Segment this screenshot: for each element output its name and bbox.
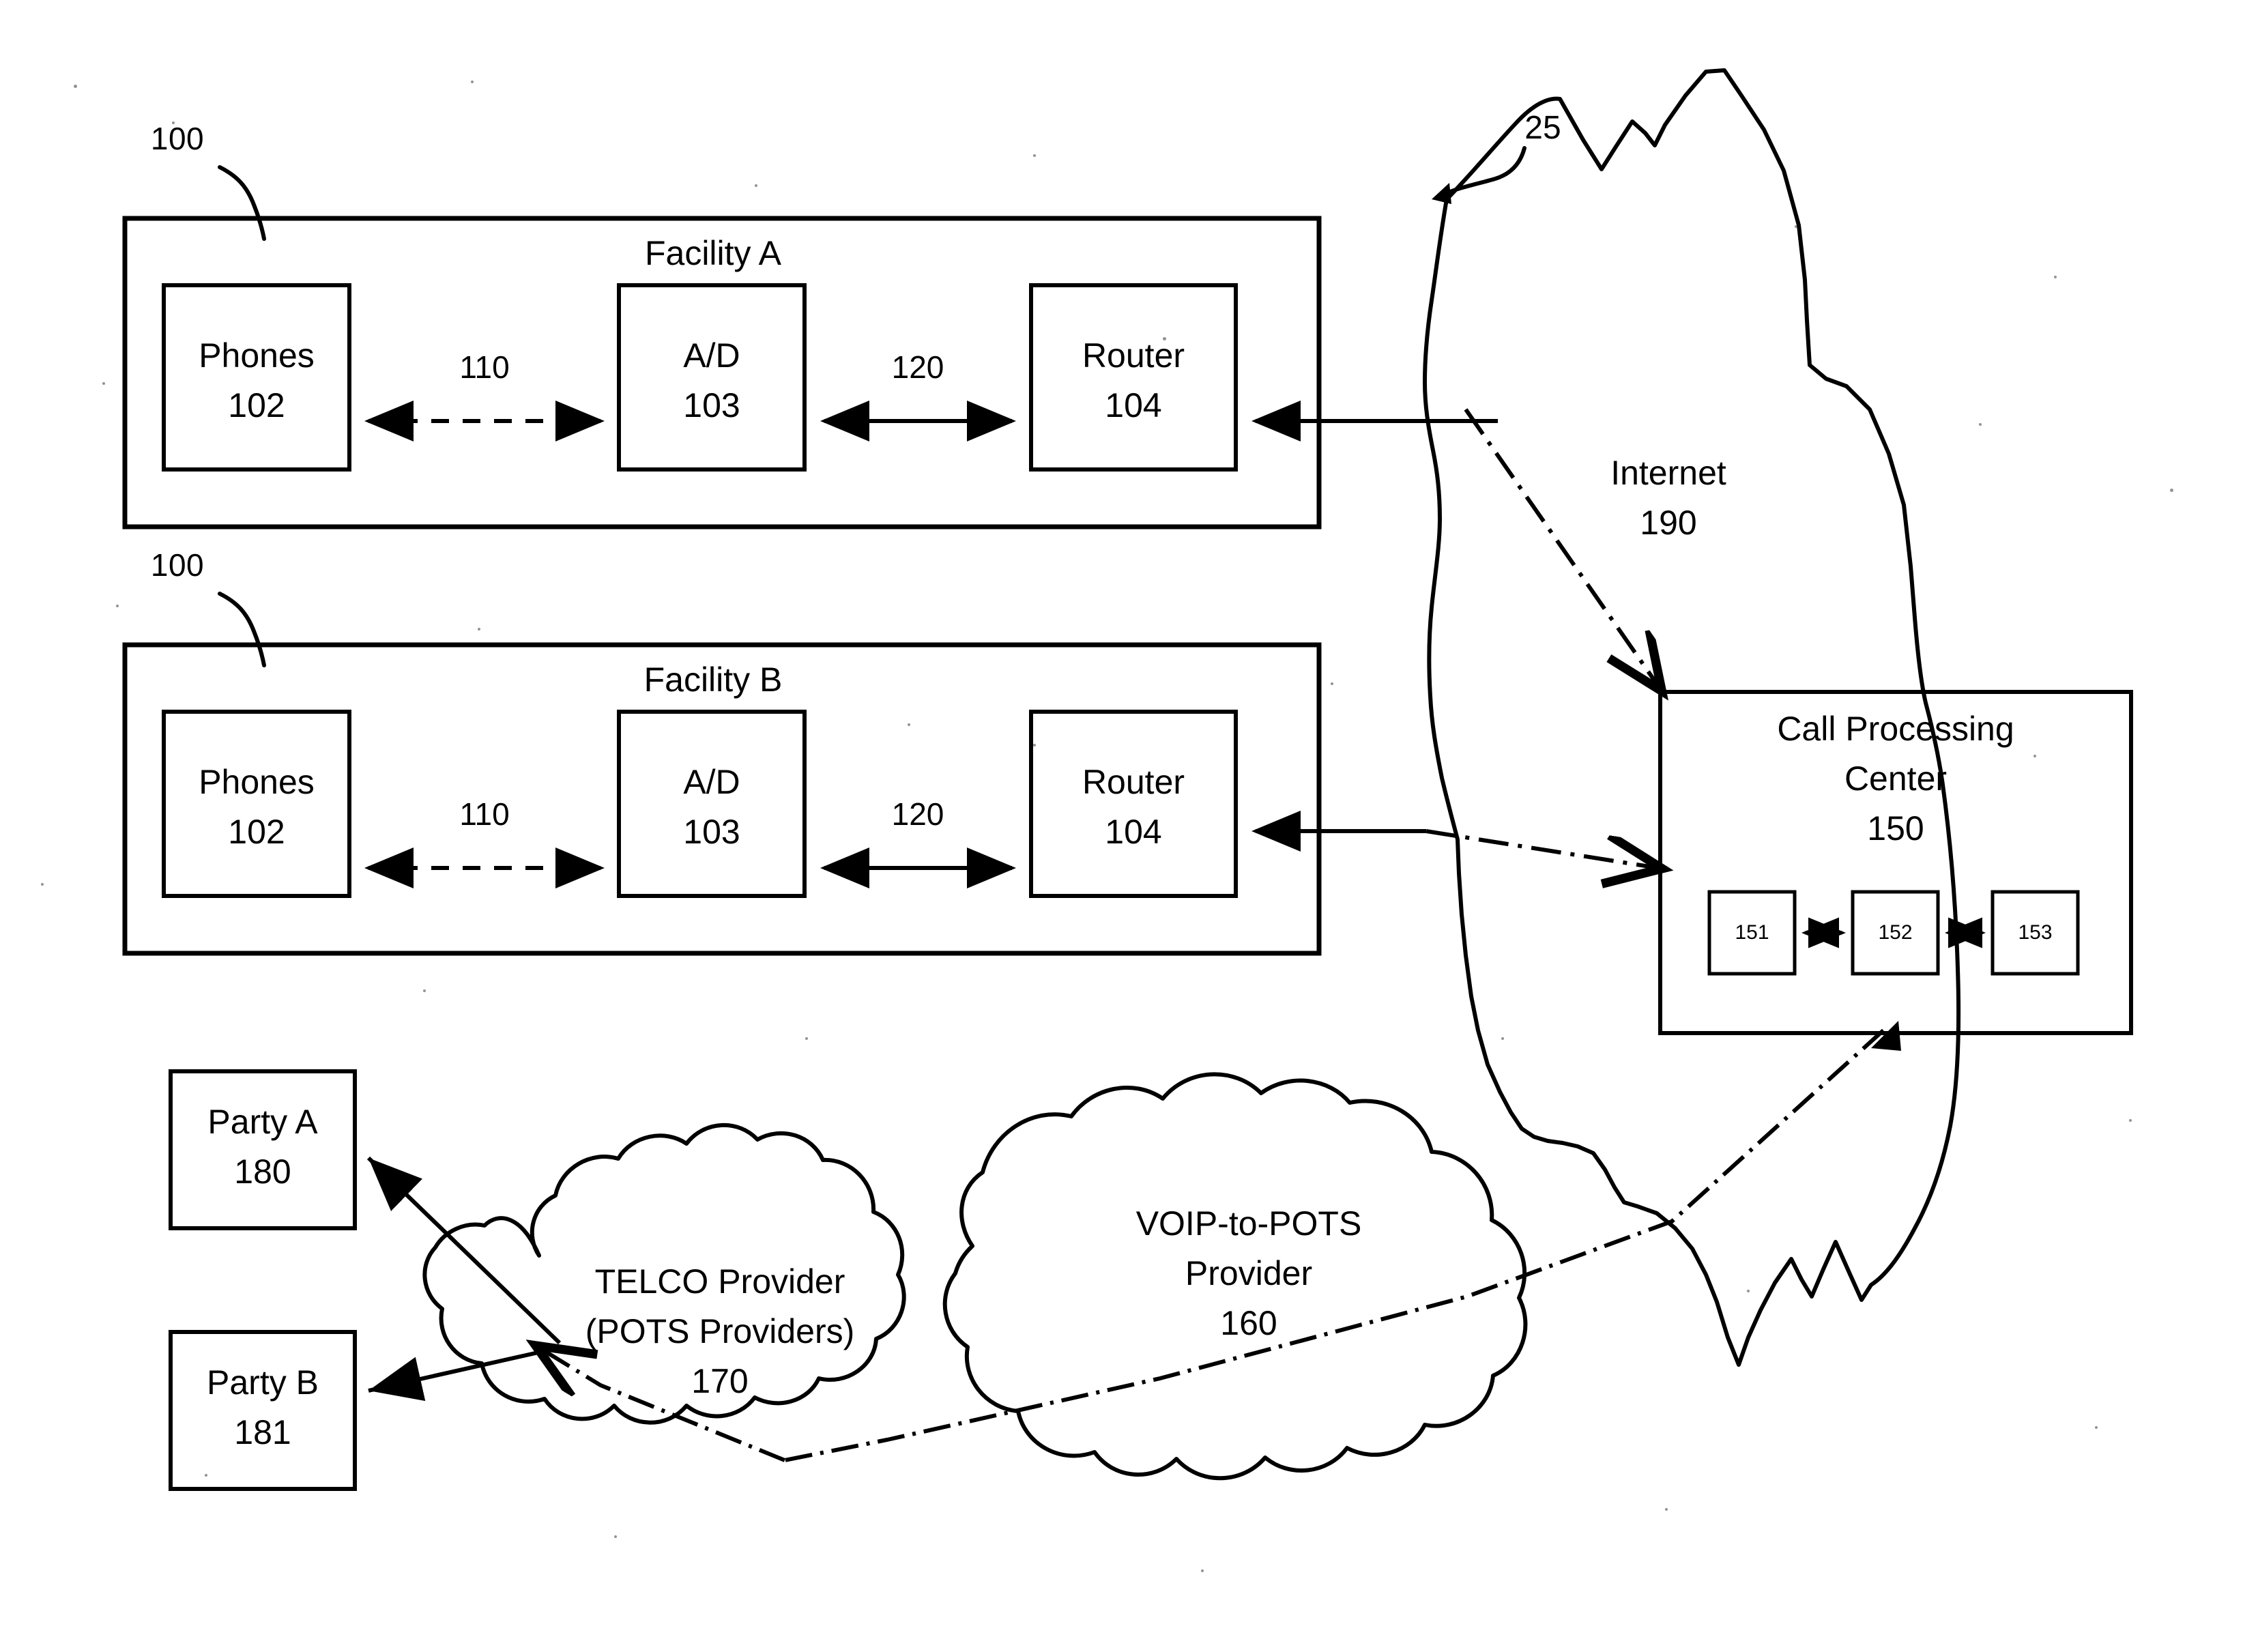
facility-a-ref-100: 100 bbox=[150, 121, 205, 156]
party-a-box bbox=[169, 1069, 357, 1230]
facility-b-router-name: Router bbox=[1082, 763, 1185, 801]
scan-speck bbox=[1795, 225, 1797, 228]
dashdot-facility-b-to-cpc bbox=[1425, 829, 1658, 868]
facility-a-phones-name: Phones bbox=[199, 336, 315, 375]
facility-a-ad-box bbox=[617, 283, 807, 472]
scan-speck bbox=[102, 382, 105, 385]
cpc-title-line1: Call Processing bbox=[1777, 710, 2014, 748]
facility-a-ad-name: A/D bbox=[683, 336, 740, 375]
telco-cloud-line2: (POTS Providers) bbox=[585, 1312, 855, 1350]
facility-b-ad-name: A/D bbox=[683, 763, 740, 801]
figure-ref-leader bbox=[1432, 146, 1526, 204]
telco-to-party-a-arrow bbox=[366, 1156, 562, 1345]
scan-speck bbox=[1033, 154, 1036, 157]
facility-b-router-ref: 104 bbox=[1105, 813, 1162, 851]
cpc-title-line2: Center bbox=[1844, 759, 1948, 798]
scan-speck bbox=[478, 628, 480, 631]
facility-b-phones-ref: 102 bbox=[228, 813, 285, 851]
scan-speck bbox=[423, 989, 426, 992]
voip-cloud-ref: 160 bbox=[1220, 1304, 1277, 1342]
facility-b-phones-name: Phones bbox=[199, 763, 315, 801]
scan-speck bbox=[2033, 755, 2036, 757]
cpc-module-153-label: 153 bbox=[2018, 921, 2053, 944]
facility-a-ad-ref: 103 bbox=[683, 386, 740, 424]
scan-speck bbox=[1665, 1508, 1668, 1511]
facility-a-title: Facility A bbox=[644, 234, 782, 272]
scan-speck bbox=[1979, 423, 1982, 426]
telco-cloud-line1: TELCO Provider bbox=[594, 1262, 845, 1301]
scan-speck bbox=[755, 184, 757, 187]
scan-speck bbox=[205, 1474, 207, 1477]
facility-b-ad-box bbox=[617, 710, 807, 898]
scan-speck bbox=[1501, 1037, 1504, 1040]
party-b-box bbox=[169, 1330, 357, 1491]
facility-a-link-120-label: 120 bbox=[891, 349, 944, 385]
patent-figure-page: 25 100 Facility A Phones 102 A/D 103 Rou… bbox=[0, 0, 2258, 1652]
party-b-ref: 181 bbox=[234, 1413, 291, 1451]
facility-a-ref-leader bbox=[218, 165, 266, 241]
facility-b-title: Facility B bbox=[643, 661, 783, 699]
scan-speck bbox=[116, 605, 119, 607]
scan-speck bbox=[74, 85, 77, 88]
facility-b-ref-leader bbox=[218, 592, 266, 667]
facility-a-router-box bbox=[1029, 283, 1238, 472]
scan-speck bbox=[2054, 276, 2057, 278]
internet-cloud-ref: 190 bbox=[1640, 504, 1697, 542]
scan-speck bbox=[614, 1535, 617, 1538]
telco-cloud-ref: 170 bbox=[691, 1362, 749, 1400]
facility-a-router-ref: 104 bbox=[1105, 386, 1162, 424]
facility-a-phones-box bbox=[162, 283, 351, 472]
scan-speck bbox=[805, 1037, 808, 1040]
facility-b-ad-ref: 103 bbox=[683, 813, 740, 851]
party-a-ref: 180 bbox=[234, 1153, 291, 1191]
scan-speck bbox=[1033, 744, 1036, 747]
scan-speck bbox=[908, 723, 910, 726]
cpc-module-151-label: 151 bbox=[1735, 921, 1769, 944]
scan-speck bbox=[2170, 489, 2173, 492]
facility-a-router-name: Router bbox=[1082, 336, 1185, 375]
voip-cloud-line2: Provider bbox=[1185, 1254, 1313, 1292]
figure-number: 25 bbox=[1524, 110, 1561, 146]
scan-speck bbox=[1747, 1290, 1750, 1292]
facility-b-link-120-label: 120 bbox=[891, 796, 944, 832]
facility-b-router-box bbox=[1029, 710, 1238, 898]
party-a-name: Party A bbox=[207, 1103, 318, 1141]
scan-speck bbox=[41, 883, 44, 886]
facility-b-link-110-label: 110 bbox=[459, 796, 510, 832]
facility-a-phones-ref: 102 bbox=[228, 386, 285, 424]
scan-speck bbox=[2129, 1119, 2132, 1122]
voip-cloud-line1: VOIP-to-POTS bbox=[1135, 1204, 1362, 1243]
facility-b-phones-box bbox=[162, 710, 351, 898]
facility-b-ref-100: 100 bbox=[150, 547, 205, 583]
scan-speck bbox=[1201, 1569, 1204, 1572]
internet-cloud-name: Internet bbox=[1610, 454, 1726, 492]
party-b-name: Party B bbox=[207, 1363, 319, 1402]
cpc-ref: 150 bbox=[1867, 809, 1924, 847]
scan-speck bbox=[172, 121, 175, 124]
cpc-module-152-label: 152 bbox=[1878, 921, 1913, 944]
scan-speck bbox=[471, 81, 474, 83]
scan-speck bbox=[2095, 1426, 2098, 1429]
telco-to-party-b-arrow bbox=[368, 1346, 560, 1402]
facility-a-link-110-label: 110 bbox=[459, 349, 510, 385]
scan-speck bbox=[1163, 337, 1166, 340]
scan-speck bbox=[1331, 682, 1333, 685]
